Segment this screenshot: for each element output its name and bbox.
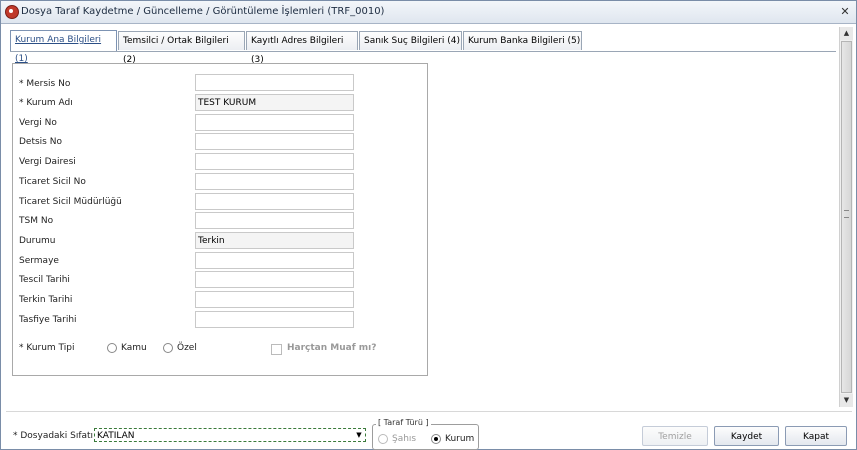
scroll-down-icon[interactable]: ▼ bbox=[840, 394, 853, 407]
tasfiye-tarihi-label: Tasfiye Tarihi bbox=[19, 315, 77, 325]
tab-kayitli-adres-bilgileri[interactable]: Kayıtlı Adres Bilgileri (3) bbox=[246, 31, 358, 65]
chevron-down-icon[interactable]: ▼ bbox=[355, 431, 363, 439]
tab-kurum-ana-bilgileri[interactable]: Kurum Ana Bilgileri (1) bbox=[10, 30, 117, 64]
kurum-ana-bilgileri-panel: * Mersis No * Kurum Adı TEST KURUM Vergi… bbox=[12, 63, 428, 376]
detsis-no-label: Detsis No bbox=[19, 137, 62, 147]
taraf-turu-sahis-radio[interactable] bbox=[378, 434, 388, 444]
kurum-tipi-kamu-radio[interactable] bbox=[107, 343, 117, 353]
vergi-no-field[interactable] bbox=[195, 114, 354, 131]
main-window: Dosya Taraf Kaydetme / Güncelleme / Görü… bbox=[0, 0, 857, 450]
tab-sanik-suc-bilgileri[interactable]: Sanık Suç Bilgileri (4) bbox=[359, 31, 462, 50]
vergi-dairesi-label: Vergi Dairesi bbox=[19, 157, 76, 167]
taraf-turu-kurum-radio[interactable] bbox=[431, 434, 441, 444]
tsm-no-label: TSM No bbox=[19, 216, 54, 226]
detsis-no-field[interactable] bbox=[195, 133, 354, 150]
kurum-adi-label: * Kurum Adı bbox=[19, 98, 73, 108]
window-title: Dosya Taraf Kaydetme / Güncelleme / Görü… bbox=[21, 6, 385, 17]
title-bar: Dosya Taraf Kaydetme / Güncelleme / Görü… bbox=[1, 1, 856, 24]
ticaret-sicil-no-label: Ticaret Sicil No bbox=[19, 177, 86, 187]
temizle-button[interactable]: Temizle bbox=[642, 426, 708, 446]
ticaret-sicil-no-field[interactable] bbox=[195, 173, 354, 190]
scroll-up-icon[interactable]: ▲ bbox=[840, 27, 853, 40]
harctan-muaf-label: Harçtan Muaf mı? bbox=[287, 343, 377, 353]
durumu-field[interactable]: Terkin bbox=[195, 232, 354, 249]
terkin-tarihi-label: Terkin Tarihi bbox=[19, 295, 73, 305]
terkin-tarihi-field[interactable] bbox=[195, 291, 354, 308]
durumu-label: Durumu bbox=[19, 236, 56, 246]
taraf-turu-kurum-label: Kurum bbox=[445, 434, 475, 444]
kurum-adi-field[interactable]: TEST KURUM bbox=[195, 94, 354, 111]
kapat-button[interactable]: Kapat bbox=[785, 426, 847, 446]
grip-icon bbox=[844, 210, 849, 218]
tab-kurum-banka-bilgileri[interactable]: Kurum Banka Bilgileri (5) bbox=[463, 31, 582, 50]
close-icon[interactable]: ✕ bbox=[838, 5, 852, 18]
kurum-tipi-label: * Kurum Tipi bbox=[19, 343, 75, 353]
app-icon bbox=[5, 5, 19, 19]
vergi-dairesi-field[interactable] bbox=[195, 153, 354, 170]
dosyadaki-sifati-select[interactable]: KATILAN ▼ bbox=[94, 428, 366, 442]
tescil-tarihi-label: Tescil Tarihi bbox=[19, 275, 70, 285]
scroll-thumb[interactable] bbox=[841, 41, 852, 393]
vergi-no-label: Vergi No bbox=[19, 118, 57, 128]
vertical-scrollbar[interactable]: ▲ ▼ bbox=[839, 27, 853, 407]
tasfiye-tarihi-field[interactable] bbox=[195, 311, 354, 328]
mersis-no-field[interactable] bbox=[195, 74, 354, 91]
taraf-turu-title: [ Taraf Türü ] bbox=[376, 418, 431, 427]
ticaret-sicil-mudurlugu-label: Ticaret Sicil Müdürlüğü bbox=[19, 197, 122, 207]
kurum-tipi-ozel-radio[interactable] bbox=[163, 343, 173, 353]
kaydet-button[interactable]: Kaydet bbox=[714, 426, 779, 446]
dosyadaki-sifati-label: * Dosyadaki Sıfatı bbox=[13, 431, 94, 441]
sermaye-label: Sermaye bbox=[19, 256, 59, 266]
tab-divider bbox=[10, 51, 836, 52]
taraf-turu-sahis-label: Şahıs bbox=[392, 434, 417, 444]
ticaret-sicil-mudurlugu-field[interactable] bbox=[195, 193, 354, 210]
kurum-tipi-kamu-label: Kamu bbox=[121, 343, 147, 353]
tsm-no-field[interactable] bbox=[195, 212, 354, 229]
tab-temsilci-ortak-bilgileri[interactable]: Temsilci / Ortak Bilgileri (2) bbox=[118, 31, 245, 65]
mersis-no-label: * Mersis No bbox=[19, 79, 71, 89]
tescil-tarihi-field[interactable] bbox=[195, 271, 354, 288]
harctan-muaf-checkbox[interactable] bbox=[271, 344, 282, 355]
bottom-separator bbox=[6, 411, 852, 412]
dosyadaki-sifati-value: KATILAN bbox=[97, 431, 135, 441]
sermaye-field[interactable] bbox=[195, 252, 354, 269]
kurum-tipi-ozel-label: Özel bbox=[177, 343, 197, 353]
